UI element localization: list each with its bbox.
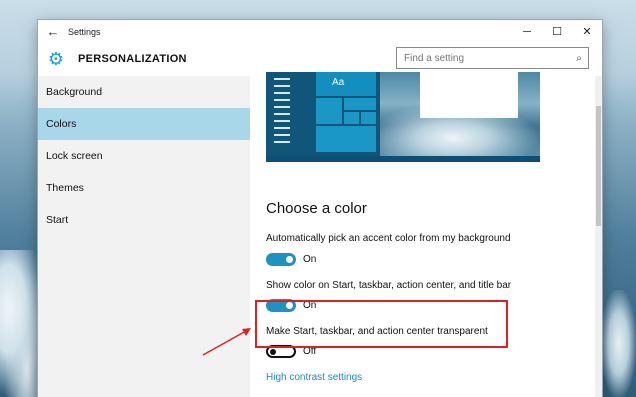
auto-accent-label: Automatically pick an accent color from … xyxy=(266,233,511,244)
search-placeholder: Find a setting xyxy=(404,52,465,64)
section-title: Choose a color xyxy=(266,200,367,217)
scrollbar[interactable] xyxy=(595,76,602,397)
preview-tile xyxy=(361,112,376,124)
sidebar-item-start[interactable]: Start xyxy=(38,204,250,236)
annotation-highlight xyxy=(255,300,508,348)
gear-icon: ⚙ xyxy=(47,48,65,69)
sidebar-item-lock-screen[interactable]: Lock screen xyxy=(38,140,250,172)
page-title: PERSONALIZATION xyxy=(78,53,187,65)
window-title: Settings xyxy=(68,26,101,37)
color-preview: Aa xyxy=(266,72,540,162)
sidebar-item-background[interactable]: Background xyxy=(38,76,250,108)
sidebar-item-label: Lock screen xyxy=(46,150,103,162)
sidebar-item-themes[interactable]: Themes xyxy=(38,172,250,204)
desktop-wave xyxy=(601,290,636,397)
back-arrow-icon[interactable]: ← xyxy=(38,20,68,43)
preview-taskbar xyxy=(266,156,540,162)
maximize-button[interactable]: ☐ xyxy=(542,20,572,43)
annotation-arrow-icon xyxy=(202,328,251,356)
preview-tile xyxy=(344,112,359,124)
high-contrast-link[interactable]: High contrast settings xyxy=(266,372,362,383)
search-icon[interactable]: ⌕ xyxy=(570,53,588,64)
close-button[interactable]: ✕ xyxy=(572,20,602,43)
scrollbar-thumb[interactable] xyxy=(596,106,601,226)
show-color-label: Show color on Start, taskbar, action cen… xyxy=(266,280,512,291)
preview-start-menu: Aa xyxy=(266,72,380,156)
sidebar-item-label: Start xyxy=(46,214,69,226)
minimize-button[interactable]: ─ xyxy=(512,20,542,43)
auto-accent-toggle[interactable] xyxy=(266,253,296,266)
toggle-state: On xyxy=(303,254,317,265)
colors-page: Aa Choose a color Automatically pick an … xyxy=(250,72,602,397)
preview-tile xyxy=(316,98,342,124)
sidebar-item-label: Colors xyxy=(46,118,77,130)
preview-tile: Aa xyxy=(316,72,376,96)
sidebar-item-colors[interactable]: Colors xyxy=(38,108,250,140)
sidebar-item-label: Themes xyxy=(46,182,84,194)
preview-tile xyxy=(316,126,376,152)
preview-window xyxy=(420,72,518,118)
search-input[interactable]: Find a setting ⌕ xyxy=(396,47,589,69)
title-bar: ← Settings ─ ☐ ✕ xyxy=(38,20,602,43)
preview-app-list xyxy=(274,78,290,148)
preview-tile xyxy=(344,98,376,110)
sidebar-item-label: Background xyxy=(46,86,103,98)
